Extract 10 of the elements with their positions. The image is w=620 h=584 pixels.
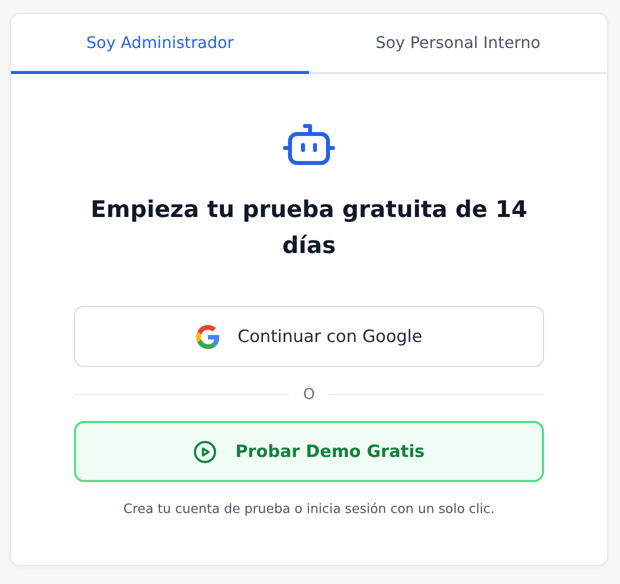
robot-icon [283,124,335,166]
play-circle-icon [193,440,218,464]
divider-label: O [303,385,315,403]
google-signin-button[interactable]: Continuar con Google [74,306,544,367]
footer-note: Crea tu cuenta de prueba o inicia sesión con un solo clic. [123,502,495,517]
tab[interactable]: Soy Administrador [11,14,309,74]
google-logo-icon [196,324,220,348]
heading: Empieza tu prueba gratuita de 14 días [90,196,528,261]
demo-button[interactable]: Probar Demo Gratis [74,421,544,482]
tab[interactable]: Soy Personal Interno [309,14,607,74]
